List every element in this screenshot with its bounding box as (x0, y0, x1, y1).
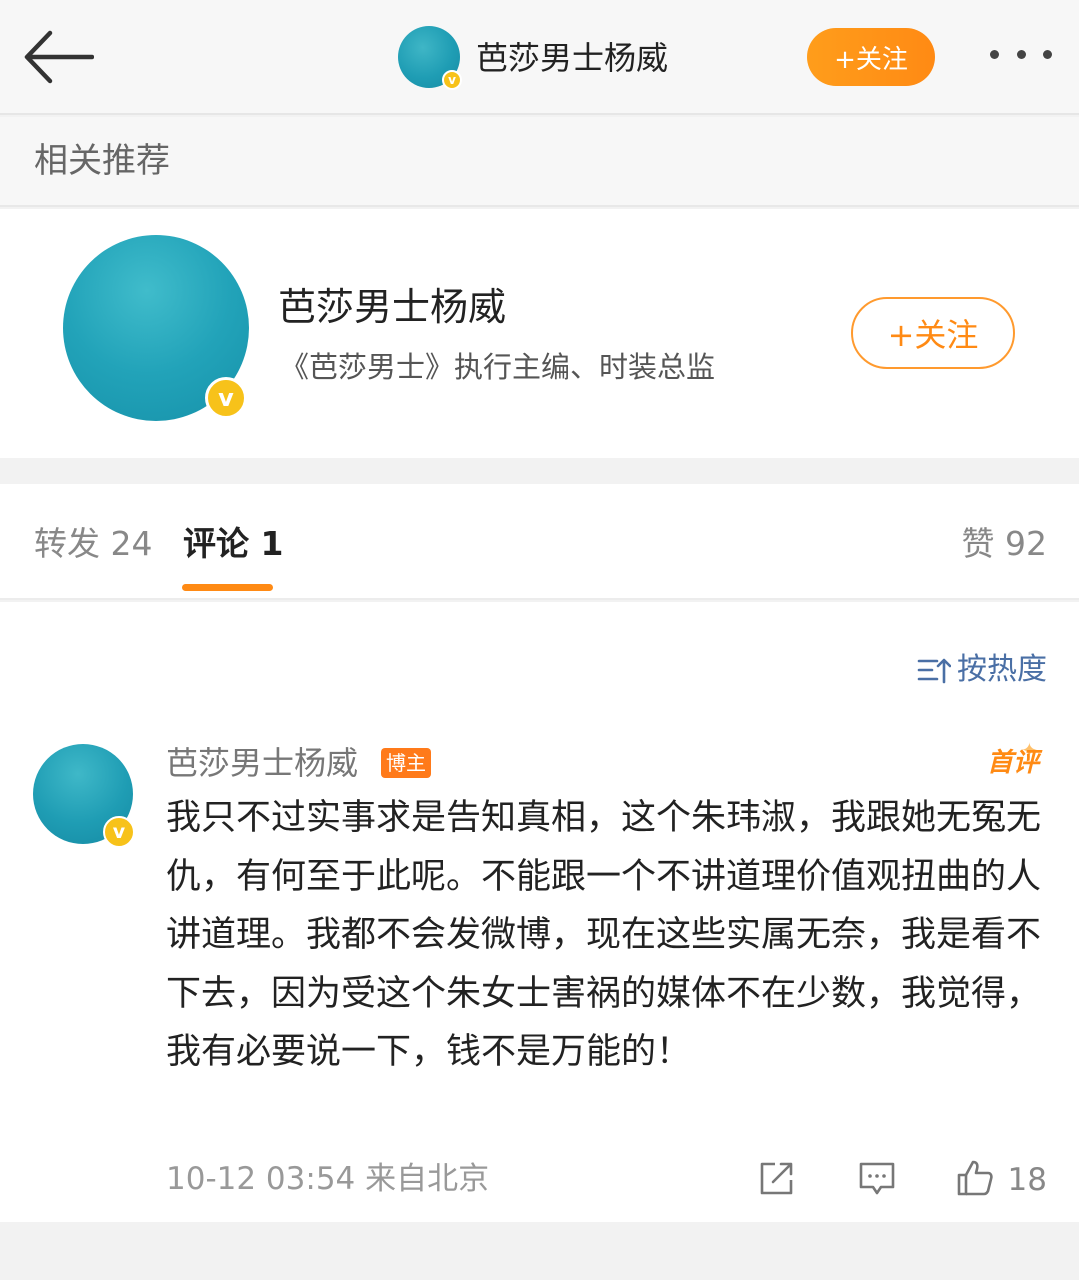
first-comment-tag: 首评 (986, 748, 1039, 778)
like-count: 18 (1007, 1162, 1047, 1198)
recommend-follow-button[interactable]: +关注 (851, 297, 1015, 369)
tab-repost[interactable]: 转发 24 (34, 522, 152, 566)
thumbs-up-icon[interactable] (955, 1158, 995, 1198)
share-icon[interactable] (757, 1158, 797, 1198)
more-options-icon[interactable] (990, 50, 1052, 64)
tab-like[interactable]: 赞 92 (962, 522, 1047, 566)
tab-comment[interactable]: 评论 1 (183, 522, 283, 566)
recommend-user-name[interactable]: 芭莎男士杨威 (278, 283, 506, 331)
author-badge: 博主 (381, 748, 431, 778)
follow-button[interactable]: +关注 (807, 28, 935, 86)
recommend-user-card[interactable]: v 芭莎男士杨威 《芭莎男士》执行主编、时装总监 +关注 (0, 209, 1079, 458)
comment-text: 我只不过实事求是告知真相，这个朱玮淑，我跟她无冤无仇，有何至于此呢。不能跟一个不… (166, 798, 1042, 1072)
recommend-user-description: 《芭莎男士》执行主编、时装总监 (280, 350, 716, 384)
comment-actions: 18 (747, 1158, 1047, 1202)
comment-author[interactable]: 芭莎男士杨威 (166, 742, 358, 784)
back-arrow-icon[interactable] (22, 28, 95, 86)
page-title[interactable]: 芭莎男士杨威 (476, 36, 668, 80)
verified-badge-icon: v (205, 377, 247, 419)
comment-time: 10-12 03:54 (166, 1161, 356, 1197)
active-tab-indicator (182, 584, 273, 591)
top-bar: v 芭莎男士杨威 +关注 (0, 0, 1079, 115)
avatar[interactable]: v (398, 26, 462, 90)
sort-label: 按热度 (957, 652, 1047, 687)
recommend-section-header: 相关推荐 (0, 117, 1079, 207)
sort-icon (917, 658, 951, 684)
comment-avatar[interactable]: v (33, 744, 135, 848)
comment-icon[interactable] (857, 1158, 897, 1198)
verified-badge-icon: v (442, 70, 462, 90)
sort-button[interactable]: 按热度 (917, 650, 1047, 690)
recommend-avatar[interactable]: v (63, 235, 249, 421)
tab-bar: 转发 24 评论 1 赞 92 (0, 484, 1079, 600)
comment-meta: 10-12 03:54 来自北京 (166, 1158, 489, 1200)
comment-list: 按热度 v 芭莎男士杨威 博主 ✦ 首评 我只不过实事求是告知真相，这个朱玮淑，… (0, 602, 1079, 1222)
recommend-title: 相关推荐 (34, 141, 170, 181)
verified-badge-icon: v (103, 816, 135, 848)
comment-source: 来自北京 (365, 1161, 490, 1197)
